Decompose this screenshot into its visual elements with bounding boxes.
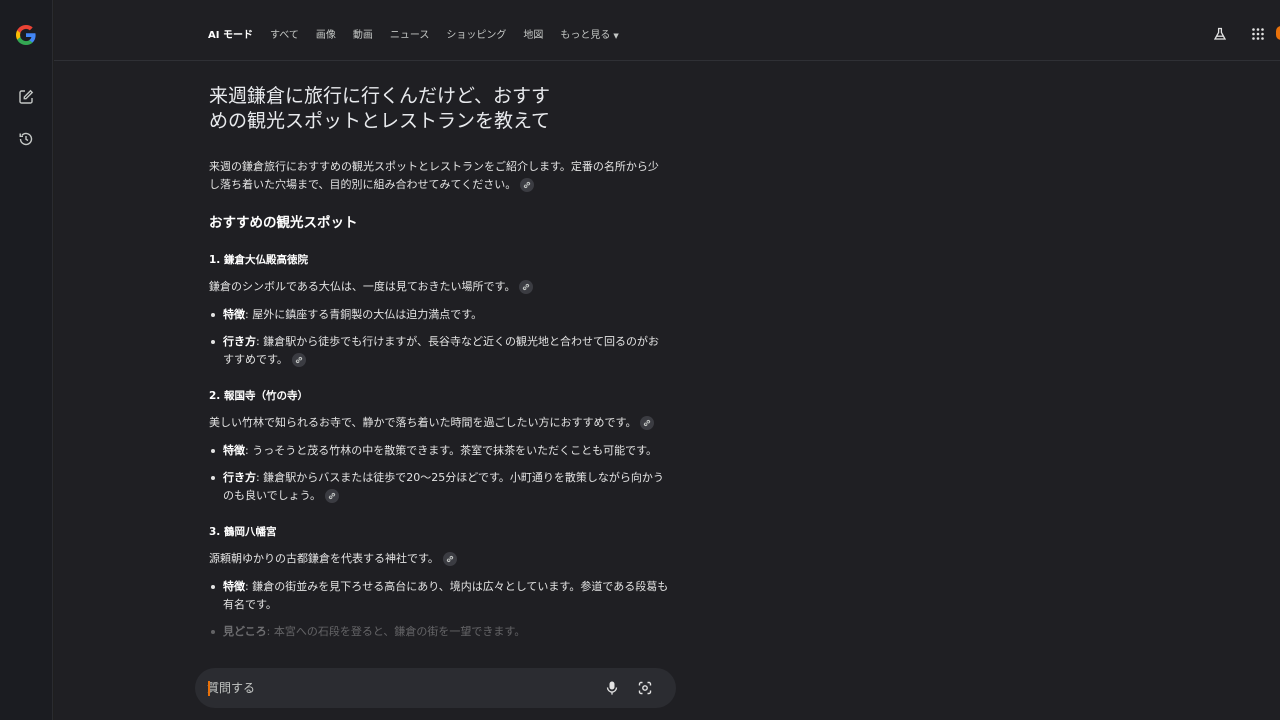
spot-description: 源頼朝ゆかりの古都鎌倉を代表する神社です。	[209, 550, 669, 568]
apps-grid-icon[interactable]	[1250, 26, 1266, 42]
ask-input[interactable]	[207, 668, 587, 708]
labs-flask-icon[interactable]	[1212, 26, 1228, 42]
spot-description: 鎌倉のシンボルである大仏は、一度は見ておきたい場所です。	[209, 278, 669, 296]
link-icon[interactable]	[640, 416, 655, 430]
scroll-fade	[54, 632, 1280, 667]
tab-more[interactable]: もっと見る ▼	[560, 26, 618, 41]
tab-videos[interactable]: 動画	[353, 26, 373, 41]
feature-label: 特徴	[223, 444, 245, 457]
history-icon[interactable]	[14, 127, 38, 151]
left-rail	[0, 0, 53, 720]
feature-item: 特徴: 鎌倉の街並みを見下ろせる高台にあり、境内は広々としています。参道である段…	[209, 578, 669, 614]
tab-all[interactable]: すべて	[270, 26, 299, 41]
feature-text: : 鎌倉駅から徒歩でも行けますが、長谷寺など近くの観光地と合わせて回るのがおすす…	[223, 335, 659, 366]
spot-title: 2. 報国寺（竹の寺）	[209, 390, 308, 402]
spot-features: 特徴: 屋外に鎮座する青銅製の大仏は迫力満点です。 行き方: 鎌倉駅から徒歩でも…	[209, 306, 669, 369]
answer-intro: 来週の鎌倉旅行におすすめの観光スポットとレストランをご紹介します。定番の名所から…	[209, 158, 669, 194]
feature-label: 行き方	[223, 471, 256, 484]
conversation: 来週鎌倉に旅行に行くんだけど、おすす めの観光スポットとレストランを教えて 来週…	[209, 84, 669, 660]
feature-item: 特徴: うっそうと茂る竹林の中を散策できます。茶室で抹茶をいただくことも可能です…	[209, 442, 669, 460]
intro-text: 来週の鎌倉旅行におすすめの観光スポットとレストランをご紹介します。定番の名所から…	[209, 160, 659, 191]
feature-text: : 屋外に鎮座する青銅製の大仏は迫力満点です。	[245, 308, 483, 321]
query-line-1: 来週鎌倉に旅行に行くんだけど、おすす	[209, 85, 551, 107]
text-cursor	[208, 681, 210, 696]
spot-desc-text: 鎌倉のシンボルである大仏は、一度は見ておきたい場所です。	[209, 280, 516, 293]
link-icon[interactable]	[442, 552, 457, 566]
top-bar: AI モード すべて 画像 動画 ニュース ショッピング 地図 もっと見る ▼	[54, 0, 1280, 61]
feature-text: : うっそうと茂る竹林の中を散策できます。茶室で抹茶をいただくことも可能です。	[245, 444, 657, 457]
mic-icon[interactable]	[604, 680, 620, 696]
feature-text: : 鎌倉の街並みを見下ろせる高台にあり、境内は広々としています。参道である段葛も…	[223, 580, 669, 611]
link-icon[interactable]	[520, 178, 535, 192]
spot-description: 美しい竹林で知られるお寺で、静かで落ち着いた時間を過ごしたい方におすすめです。	[209, 414, 669, 432]
feature-label: 行き方	[223, 335, 256, 348]
tab-more-label: もっと見る	[560, 30, 611, 41]
avatar[interactable]	[1276, 26, 1280, 40]
link-icon[interactable]	[325, 489, 340, 503]
spot-title: 1. 鎌倉大仏殿高徳院	[209, 254, 308, 266]
feature-label: 特徴	[223, 308, 245, 321]
feature-item: 特徴: 屋外に鎮座する青銅製の大仏は迫力満点です。	[209, 306, 669, 324]
user-query: 来週鎌倉に旅行に行くんだけど、おすす めの観光スポットとレストランを教えて	[209, 84, 569, 134]
section-title: おすすめの観光スポット	[209, 215, 358, 231]
feature-text: : 鎌倉駅からバスまたは徒歩で20〜25分ほどです。小町通りを散策しながら向かう…	[223, 471, 664, 502]
tab-shopping[interactable]: ショッピング	[446, 26, 506, 41]
spot-features: 特徴: うっそうと茂る竹林の中を散策できます。茶室で抹茶をいただくことも可能です…	[209, 442, 669, 505]
caret-down-icon: ▼	[613, 32, 619, 40]
tab-images[interactable]: 画像	[316, 26, 336, 41]
tab-news[interactable]: ニュース	[390, 26, 430, 41]
tab-maps[interactable]: 地図	[523, 26, 543, 41]
lens-camera-icon[interactable]	[637, 680, 653, 696]
feature-label: 特徴	[223, 580, 245, 593]
spot-desc-text: 美しい竹林で知られるお寺で、静かで落ち着いた時間を過ごしたい方におすすめです。	[209, 416, 637, 429]
tab-ai-mode[interactable]: AI モード	[208, 26, 253, 41]
feature-item: 行き方: 鎌倉駅からバスまたは徒歩で20〜25分ほどです。小町通りを散策しながら…	[209, 469, 669, 505]
spot-desc-text: 源頼朝ゆかりの古都鎌倉を代表する神社です。	[209, 552, 439, 565]
search-tabs: AI モード すべて 画像 動画 ニュース ショッピング 地図 もっと見る ▼	[208, 26, 619, 41]
query-line-2: めの観光スポットとレストランを教えて	[209, 110, 551, 132]
ask-input-bar	[195, 668, 676, 708]
feature-item: 行き方: 鎌倉駅から徒歩でも行けますが、長谷寺など近くの観光地と合わせて回るのが…	[209, 333, 669, 369]
new-chat-icon[interactable]	[14, 85, 38, 109]
top-right-actions	[1212, 26, 1266, 42]
google-logo[interactable]	[14, 23, 38, 47]
main-area: AI モード すべて 画像 動画 ニュース ショッピング 地図 もっと見る▼	[54, 0, 1280, 720]
link-icon[interactable]	[519, 280, 534, 294]
link-icon[interactable]	[291, 353, 306, 367]
spot-title: 3. 鶴岡八幡宮	[209, 526, 277, 538]
